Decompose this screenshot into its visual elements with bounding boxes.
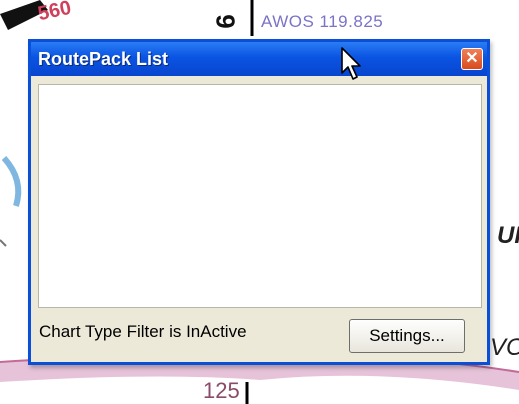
title-bar[interactable]: RoutePack List ✕ <box>31 42 487 76</box>
altitude-label-bottom: 125 <box>203 378 240 403</box>
routepack-list-window: RoutePack List ✕ Chart Type Filter is In… <box>28 39 490 365</box>
chart-text-upper-right: UI <box>497 222 519 249</box>
chart-tick-left <box>0 239 7 247</box>
awos-frequency-label: AWOS 119.825 <box>261 12 384 31</box>
chart-digit: 9 <box>210 14 241 29</box>
filter-status-text: Chart Type Filter is InActive <box>39 322 247 341</box>
window-title: RoutePack List <box>38 49 169 69</box>
settings-button[interactable]: Settings... <box>349 319 465 353</box>
routepack-list[interactable] <box>38 84 482 308</box>
chart-arc-left <box>1 155 22 207</box>
close-icon: ✕ <box>465 50 479 67</box>
mouse-pointer-icon <box>341 47 361 80</box>
close-button[interactable]: ✕ <box>461 48 483 70</box>
chart-text-lower-right: VO <box>490 334 519 361</box>
